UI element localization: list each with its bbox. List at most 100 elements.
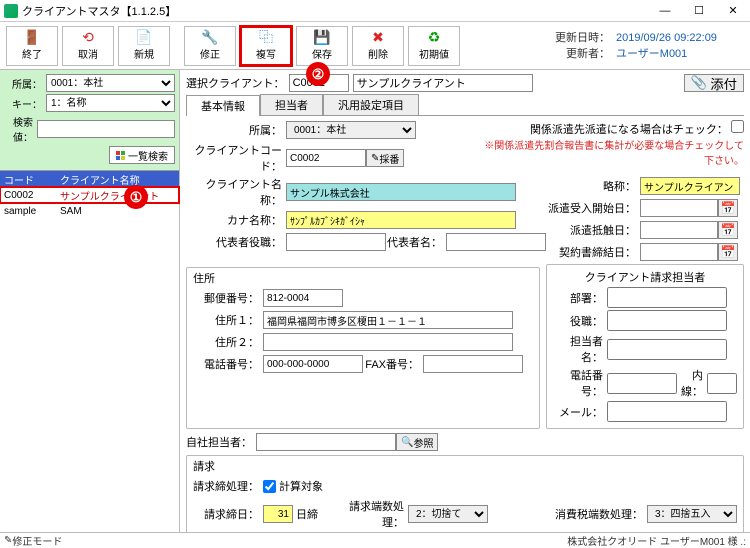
updater-value: ユーザーM001 [610, 46, 740, 62]
bill-tel-label: 電話番号： [553, 367, 607, 399]
list-row[interactable]: sample SAM [0, 203, 179, 219]
updated-at-value: 2019/09/26 09:22:09 [610, 30, 740, 46]
dispatch-end-input[interactable] [640, 221, 718, 239]
app-icon [4, 4, 18, 18]
bill-person-label: 担当者名： [553, 333, 607, 365]
bill-ext-label: 内線： [677, 367, 707, 399]
bill-contact-title: クライアント請求担当者 [553, 269, 737, 285]
edit-button[interactable]: 🔧修正 [184, 26, 236, 66]
reset-button[interactable]: ♻初期値 [408, 26, 460, 66]
minimize-button[interactable]: ― [648, 0, 682, 22]
status-mode: 修正モード [12, 533, 62, 548]
related-dispatch-checkbox[interactable] [731, 120, 744, 133]
undo-icon: ⟲ [82, 30, 94, 46]
tax-round-select[interactable]: 3：四捨五入 [647, 505, 737, 523]
dispatch-start-label: 派遣受入開始日： [546, 200, 640, 216]
tab-generic[interactable]: 汎用設定項目 [323, 94, 419, 115]
tel-label: 電話番号： [193, 356, 263, 372]
tel-input[interactable] [263, 355, 363, 373]
recycle-icon: ♻ [428, 30, 441, 46]
client-code-label: クライアントコード： [186, 142, 286, 174]
rep-title-input[interactable] [286, 233, 386, 251]
bill-mail-input[interactable] [607, 401, 727, 422]
close-proc-label: 請求締処理： [193, 478, 263, 494]
belong-filter-select[interactable]: 0001：本社 [46, 74, 175, 92]
selected-client-name[interactable] [353, 74, 533, 92]
clip-icon: 📎 [691, 75, 708, 91]
own-contact-label: 自社担当者： [186, 434, 256, 450]
bill-title-label: 役職： [553, 313, 607, 329]
abbr-input[interactable] [640, 177, 740, 195]
close-day-label: 請求締日： [193, 506, 263, 522]
calendar-button[interactable]: 📅 [718, 243, 738, 261]
belong-label: 所属： [186, 122, 286, 138]
abbr-label: 略称： [546, 178, 640, 194]
addr2-input[interactable] [263, 333, 513, 351]
round-label: 請求端数処理： [328, 498, 408, 530]
list-header-code: コード [0, 172, 56, 187]
calendar-button[interactable]: 📅 [718, 221, 738, 239]
close-day-input[interactable] [263, 505, 293, 523]
address-group-title: 住所 [193, 270, 215, 286]
bill-dept-label: 部署： [553, 290, 607, 306]
updater-label: 更新者： [552, 46, 610, 62]
kana-input[interactable] [286, 211, 516, 229]
calendar-button[interactable]: 📅 [718, 199, 738, 217]
zip-input[interactable] [263, 289, 343, 307]
related-dispatch-warn: ※関係派遣先割合報告書に集計が必要な場合チェックして下さい。 [484, 137, 744, 167]
exit-button[interactable]: 🚪終了 [6, 26, 58, 66]
related-dispatch-label: 関係派遣先派遣になる場合はチェック： [530, 124, 728, 136]
copy-icon: ⿻ [259, 30, 273, 46]
list-header-name: クライアント名称 [56, 172, 179, 187]
tab-basic-info[interactable]: 基本情報 [186, 95, 260, 116]
maximize-button[interactable]: ☐ [682, 0, 716, 22]
grid-icon [116, 151, 125, 160]
bill-ext-input[interactable] [707, 373, 737, 394]
updated-at-label: 更新日時： [552, 30, 610, 46]
client-name-input[interactable] [286, 183, 516, 201]
attach-button[interactable]: 📎添付 [684, 74, 744, 92]
rep-name-input[interactable] [446, 233, 546, 251]
cancel-button[interactable]: ⟲取消 [62, 26, 114, 66]
tax-round-label: 消費税端数処理： [547, 506, 647, 522]
pencil-icon: ✎ [371, 153, 379, 164]
dispatch-start-input[interactable] [640, 199, 718, 217]
bill-tel-input[interactable] [607, 373, 677, 394]
search-value-label: 検索値： [4, 114, 37, 144]
belong-select[interactable]: 0001：本社 [286, 121, 416, 139]
belong-filter-label: 所属： [4, 76, 46, 91]
key-filter-select[interactable]: 1：名称 [46, 94, 175, 112]
bill-dept-input[interactable] [607, 287, 727, 308]
fax-label: FAX番号： [363, 356, 423, 372]
client-name-label: クライアント名称： [186, 176, 286, 208]
disk-icon: 💾 [313, 30, 330, 46]
search-value-input[interactable] [37, 120, 175, 138]
status-company: 株式会社クオリード ユーザーM001 様 .: [567, 533, 746, 548]
annotation-circle-1: ① [124, 185, 148, 209]
close-button[interactable]: ✕ [716, 0, 750, 22]
file-icon: 📄 [135, 30, 152, 46]
tab-handler[interactable]: 担当者 [260, 94, 323, 115]
x-icon: ✖ [372, 30, 384, 46]
round-select[interactable]: 2：切捨て [408, 505, 488, 523]
refer-button[interactable]: 🔍参照 [396, 433, 438, 451]
own-contact-input[interactable] [256, 433, 396, 451]
zip-label: 郵便番号： [193, 290, 263, 306]
rep-title-label: 代表者役職： [186, 234, 286, 250]
bill-person-input[interactable] [607, 339, 727, 360]
selected-client-label: 選択クライアント： [186, 75, 285, 91]
addr1-input[interactable] [263, 311, 513, 329]
client-code-input[interactable] [286, 149, 366, 167]
rep-name-label: 代表者名： [386, 234, 446, 250]
fax-input[interactable] [423, 355, 523, 373]
new-button[interactable]: 📄新規 [118, 26, 170, 66]
copy-button[interactable]: ⿻複写 [240, 26, 292, 66]
renumber-button[interactable]: ✎採番 [366, 149, 404, 167]
delete-button[interactable]: ✖削除 [352, 26, 404, 66]
close-target-checkbox[interactable] [263, 480, 276, 493]
list-row[interactable]: C0002 サンプルクライアント [0, 187, 179, 203]
list-search-button[interactable]: 一覧検索 [109, 146, 175, 164]
contract-date-input[interactable] [640, 243, 718, 261]
save-button[interactable]: 💾保存 [296, 26, 348, 66]
bill-title-input[interactable] [607, 310, 727, 331]
